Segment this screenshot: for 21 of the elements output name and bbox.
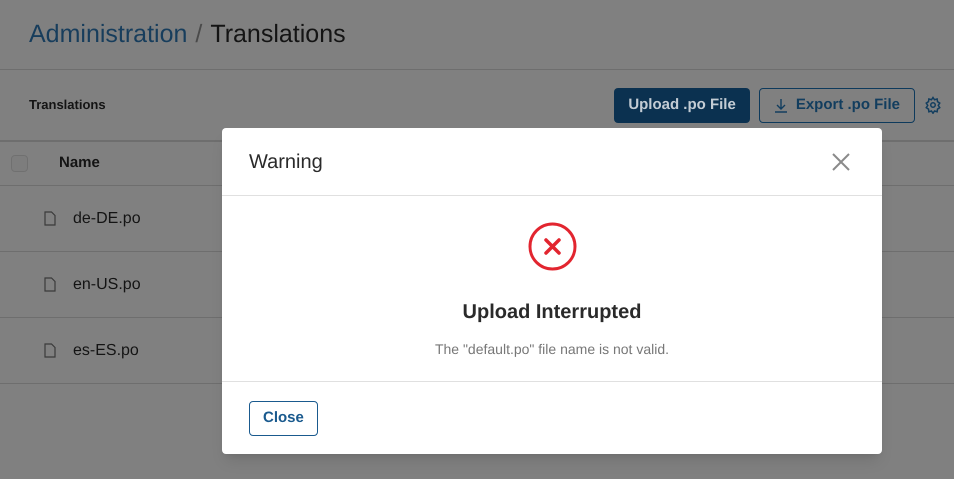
error-icon <box>528 222 576 271</box>
dialog-message: The "default.po" file name is not valid. <box>434 340 670 359</box>
breadcrumb-separator: / <box>195 18 202 50</box>
close-icon[interactable] <box>831 152 851 172</box>
section-title: Translations <box>29 96 106 114</box>
page-title: Translations <box>210 18 346 50</box>
dialog-heading: Upload Interrupted <box>462 300 642 325</box>
column-header: Name <box>59 153 100 174</box>
upload-button[interactable]: Upload .po File <box>614 88 750 122</box>
download-icon <box>774 98 788 112</box>
export-button[interactable]: Export .po File <box>758 88 915 122</box>
settings-icon[interactable] <box>924 96 942 114</box>
file-name[interactable]: en-US.po <box>73 272 141 296</box>
close-button[interactable]: Close <box>249 400 318 436</box>
file-name[interactable]: de-DE.po <box>73 206 141 230</box>
file-name[interactable]: es-ES.po <box>73 338 139 362</box>
file-icon <box>44 211 56 226</box>
file-icon <box>44 277 56 292</box>
dialog-title: Warning <box>249 150 323 174</box>
breadcrumb-link[interactable]: Administration <box>29 16 188 54</box>
file-icon <box>44 343 56 358</box>
